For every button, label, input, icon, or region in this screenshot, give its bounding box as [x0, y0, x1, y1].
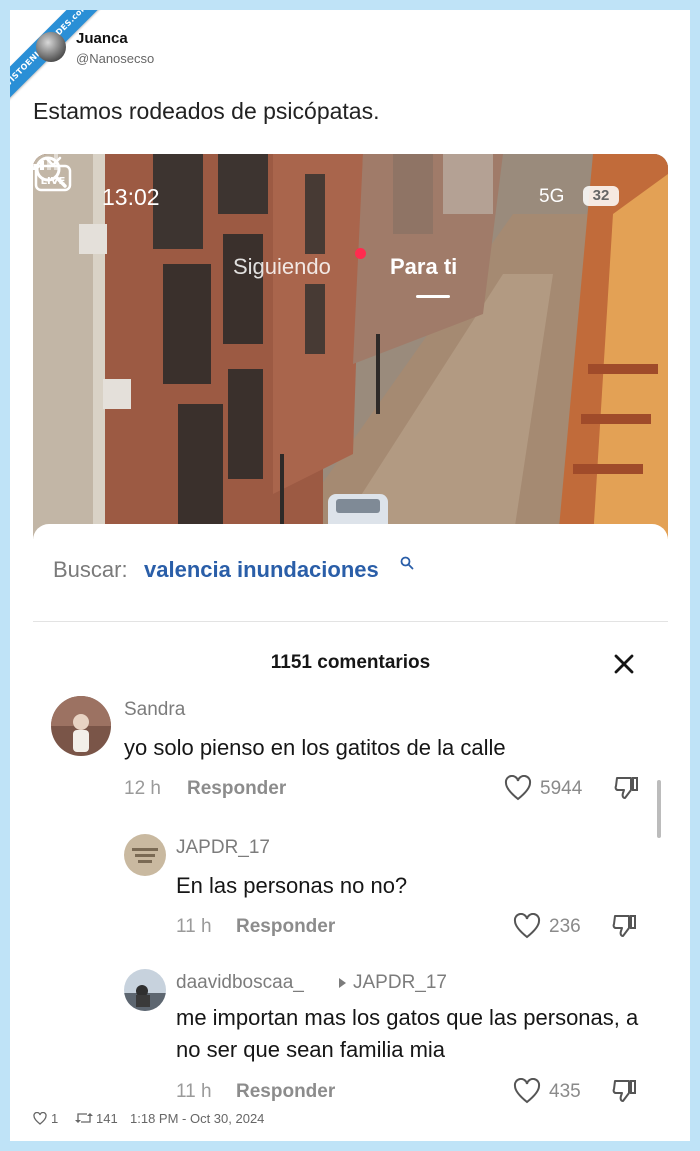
comment-username[interactable]: Sandra [124, 699, 185, 721]
tweet-timestamp[interactable]: 1:18 PM - Oct 30, 2024 [130, 1111, 264, 1126]
tweet-text: Estamos rodeados de psicópatas. [33, 98, 380, 124]
comments-count: 1151 comentarios [270, 652, 431, 673]
reply-button[interactable]: Responder [236, 916, 335, 938]
network-label: 5G [539, 186, 565, 207]
comment-time: 11 h [176, 916, 212, 937]
comment-text: En las personas no no? [176, 873, 408, 898]
comment-text: me importan mas los gatos que las person… [176, 1005, 639, 1062]
reply-button[interactable]: Responder [236, 1081, 335, 1103]
like-count: 236 [549, 916, 581, 937]
like-count: 1 [51, 1111, 59, 1126]
search-icon[interactable] [400, 556, 414, 570]
avatar[interactable] [51, 696, 111, 756]
heart-icon[interactable] [33, 1112, 47, 1125]
author-handle[interactable]: @Nanosecso [76, 51, 154, 66]
heart-icon[interactable] [513, 913, 541, 939]
comment-username[interactable]: JAPDR_17 [176, 837, 270, 859]
like-count: 435 [549, 1081, 581, 1102]
tab-for-you[interactable]: Para ti [390, 254, 457, 280]
active-tab-indicator [416, 295, 450, 298]
retweet-icon[interactable] [75, 1111, 93, 1125]
status-time: 13:02 [102, 184, 160, 210]
search-query-link[interactable]: valencia inundaciones [144, 557, 379, 583]
reply-to-username[interactable]: JAPDR_17 [353, 972, 447, 994]
comment-time: 11 h [176, 1081, 212, 1102]
video-frame[interactable]: 13:02 5G 32 LIVE Siguiendo Para ti [33, 154, 668, 539]
heart-icon[interactable] [513, 1078, 541, 1104]
comment-username[interactable]: daavidboscaa_ [176, 972, 304, 994]
scrollbar[interactable] [657, 780, 661, 838]
battery-badge: 32 [583, 186, 619, 206]
divider [33, 621, 668, 622]
comment-time: 12 h [124, 778, 161, 799]
comment-text: yo solo pienso en los gatitos de la call… [124, 735, 506, 760]
like-count: 5944 [540, 778, 583, 799]
reply-arrow-icon [339, 978, 346, 988]
search-icon[interactable] [33, 154, 69, 190]
flood-street-scene [33, 154, 668, 539]
avatar[interactable] [124, 834, 166, 876]
dislike-icon[interactable] [613, 774, 641, 802]
close-icon[interactable] [613, 653, 635, 675]
tab-following[interactable]: Siguiendo [233, 254, 331, 280]
author-name[interactable]: Juanca [76, 30, 128, 47]
dislike-icon[interactable] [611, 1077, 639, 1105]
reply-button[interactable]: Responder [187, 778, 286, 800]
heart-icon[interactable] [504, 775, 532, 801]
search-label: Buscar: [53, 557, 128, 582]
embedded-screenshot: 13:02 5G 32 LIVE Siguiendo Para ti Busca… [33, 154, 668, 1114]
avatar[interactable] [124, 969, 166, 1011]
dislike-icon[interactable] [611, 912, 639, 940]
author-avatar[interactable] [36, 32, 66, 62]
tweet-card: VISTOENLASREDES.com Juanca @Nanosecso Es… [10, 10, 690, 1141]
retweet-count: 141 [96, 1111, 118, 1126]
comments-panel: Buscar: valencia inundaciones 1151 comen… [33, 524, 668, 1114]
notification-dot [355, 248, 366, 259]
